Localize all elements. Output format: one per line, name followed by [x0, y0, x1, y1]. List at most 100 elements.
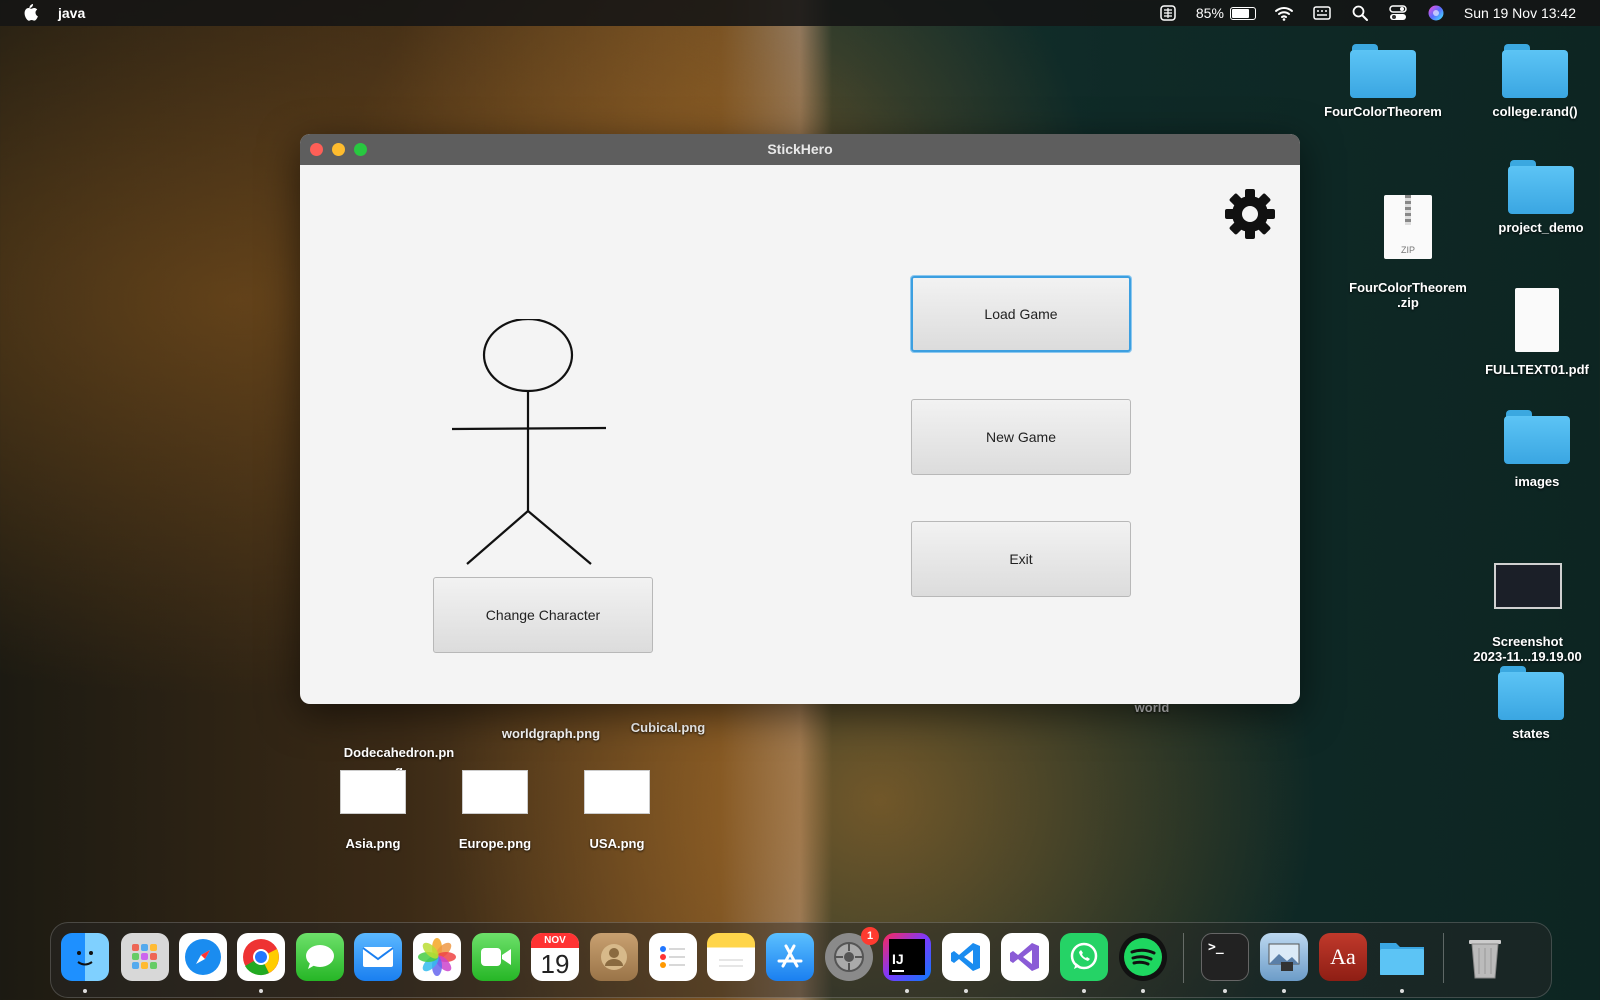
- desktop-item-label: FourColorTheorem: [1324, 104, 1442, 119]
- running-indicator: [1082, 989, 1086, 993]
- image-thumbnail: [584, 770, 650, 814]
- terminal-icon[interactable]: >_: [1201, 933, 1249, 981]
- downloads-folder-icon[interactable]: [1378, 933, 1426, 981]
- stickhero-window: StickHero Load Game New Game Exit Change…: [300, 134, 1300, 704]
- keyboard-viewer-icon[interactable]: [1312, 5, 1332, 21]
- dictionary-label: Aa: [1330, 944, 1356, 969]
- running-indicator: [1141, 989, 1145, 993]
- new-game-button[interactable]: New Game: [911, 399, 1131, 475]
- wifi-icon[interactable]: [1274, 5, 1294, 21]
- preview-icon[interactable]: [1260, 933, 1308, 981]
- reminders-icon[interactable]: [649, 933, 697, 981]
- dock-separator: [1183, 933, 1184, 983]
- app-store-icon[interactable]: [766, 933, 814, 981]
- desktop-item-label: USA.png: [589, 836, 645, 851]
- window-titlebar[interactable]: StickHero: [300, 134, 1300, 165]
- desktop-item-label: states: [1512, 726, 1550, 741]
- folder-icon: [1508, 160, 1574, 214]
- input-source-icon[interactable]: [1158, 5, 1178, 21]
- load-game-button[interactable]: Load Game: [911, 276, 1131, 352]
- messages-icon[interactable]: [296, 933, 344, 981]
- exit-button[interactable]: Exit: [911, 521, 1131, 597]
- desktop-item-label: college.rand(): [1492, 104, 1578, 119]
- menubar-clock[interactable]: Sun 19 Nov 13:42: [1464, 5, 1576, 21]
- change-character-button[interactable]: Change Character: [433, 577, 653, 653]
- running-indicator: [964, 989, 968, 993]
- desktop-item-fourcolortheorem-zip[interactable]: ZIP FourColorTheorem .zip: [1338, 180, 1478, 325]
- image-thumbnail: [462, 770, 528, 814]
- desktop-item-states-folder[interactable]: states: [1466, 666, 1596, 741]
- desktop-item-label: worldgraph.png: [501, 726, 601, 741]
- active-app-name[interactable]: java: [58, 5, 85, 21]
- intellij-idea-icon[interactable]: IJ: [883, 933, 931, 981]
- desktop-item-label: Cubical.png: [630, 720, 706, 735]
- desktop-item-cubical[interactable]: Cubical.png: [608, 720, 728, 735]
- settings-gear-icon[interactable]: [1224, 188, 1276, 240]
- calendar-day: 19: [540, 949, 570, 979]
- desktop-item-label: Asia.png: [345, 836, 401, 851]
- window-title: StickHero: [767, 141, 833, 157]
- folder-icon: [1504, 410, 1570, 464]
- running-indicator: [905, 989, 909, 993]
- desktop-item-project-demo-folder[interactable]: project_demo: [1476, 160, 1600, 235]
- mail-icon[interactable]: [354, 933, 402, 981]
- zip-file-tag: ZIP: [1400, 245, 1415, 255]
- notes-icon[interactable]: [707, 933, 755, 981]
- apple-icon[interactable]: [22, 3, 38, 21]
- safari-icon[interactable]: [179, 933, 227, 981]
- desktop-item-label: Europe.png: [458, 836, 532, 851]
- folder-icon: [1350, 44, 1416, 98]
- photos-icon[interactable]: [413, 933, 461, 981]
- running-indicator: [259, 989, 263, 993]
- desktop-item-college-rand-folder[interactable]: college.rand(): [1470, 44, 1600, 119]
- desktop-item-worldgraph[interactable]: worldgraph.png: [486, 726, 616, 741]
- facetime-icon[interactable]: [472, 933, 520, 981]
- zip-file-icon: ZIP: [1384, 195, 1432, 259]
- whatsapp-icon[interactable]: [1060, 933, 1108, 981]
- vscode-icon[interactable]: [942, 933, 990, 981]
- desktop-item-asia[interactable]: Asia.png: [330, 770, 416, 851]
- spotify-icon[interactable]: [1119, 933, 1167, 981]
- desktop-item-images-folder[interactable]: images: [1472, 410, 1600, 489]
- battery-status[interactable]: 85%: [1196, 5, 1256, 21]
- desktop-item-label: FourColorTheorem .zip: [1349, 280, 1467, 310]
- desktop-item-fourcolortheorem-folder[interactable]: FourColorTheorem: [1318, 44, 1448, 119]
- folder-icon: [1502, 44, 1568, 98]
- image-thumbnail: [340, 770, 406, 814]
- dictionary-icon[interactable]: Aa: [1319, 933, 1367, 981]
- running-indicator: [83, 989, 87, 993]
- launchpad-icon[interactable]: [121, 933, 169, 981]
- finder-icon[interactable]: [61, 933, 109, 981]
- spotlight-search-icon[interactable]: [1350, 5, 1370, 21]
- calendar-icon[interactable]: NOV 19: [531, 933, 579, 981]
- notification-badge: 1: [861, 927, 879, 945]
- desktop-item-label: project_demo: [1498, 220, 1584, 235]
- visual-studio-icon[interactable]: [1001, 933, 1049, 981]
- terminal-prompt: >_: [1208, 940, 1224, 955]
- menu-bar: java 85% Sun 19 Nov 13:42: [0, 0, 1600, 26]
- running-indicator: [1400, 989, 1404, 993]
- calendar-month: NOV: [531, 933, 579, 948]
- screenshot-thumbnail: [1493, 563, 1562, 609]
- folder-icon: [1498, 666, 1564, 720]
- desktop-item-screenshot[interactable]: Screenshot 2023-11...19.19.00: [1460, 548, 1595, 679]
- running-indicator: [1282, 989, 1286, 993]
- pdf-file-icon: [1515, 288, 1559, 352]
- trash-icon[interactable]: [1461, 933, 1509, 981]
- control-center-icon[interactable]: [1388, 5, 1408, 21]
- dock-separator: [1443, 933, 1444, 983]
- desktop-item-usa[interactable]: USA.png: [574, 770, 660, 851]
- running-indicator: [1223, 989, 1227, 993]
- dock: NOV 19 1 IJ >_ Aa: [50, 922, 1552, 998]
- system-settings-icon[interactable]: 1: [825, 927, 879, 981]
- battery-icon: [1229, 6, 1256, 20]
- siri-icon[interactable]: [1426, 5, 1446, 21]
- intellij-label: IJ: [892, 951, 904, 967]
- desktop-item-label: Screenshot 2023-11...19.19.00: [1473, 634, 1582, 664]
- contacts-icon[interactable]: [590, 933, 638, 981]
- desktop-item-europe[interactable]: Europe.png: [450, 770, 540, 851]
- desktop-item-label: FULLTEXT01.pdf: [1485, 362, 1589, 377]
- chrome-icon[interactable]: [237, 933, 285, 981]
- desktop-item-fulltext01-pdf[interactable]: FULLTEXT01.pdf: [1472, 288, 1600, 377]
- battery-percent: 85%: [1195, 5, 1224, 21]
